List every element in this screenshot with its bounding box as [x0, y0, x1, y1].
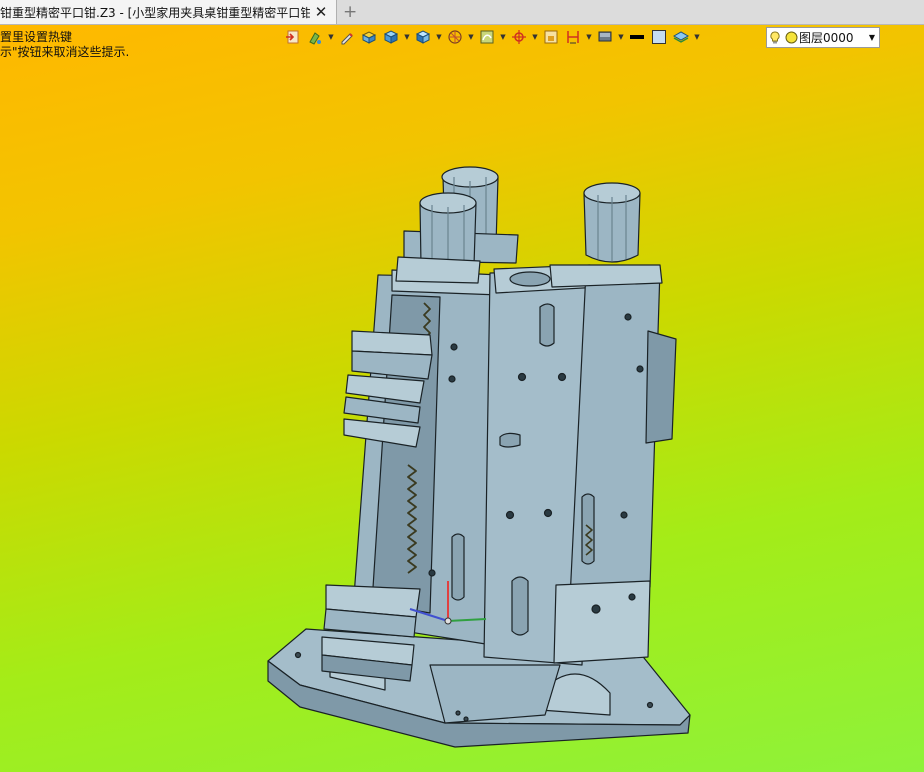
- base-front-pad: [429, 664, 561, 724]
- close-icon[interactable]: ✕: [310, 3, 332, 21]
- tab-bar: 钳重型精密平口钳.Z3 - [小型家用夹具桌钳重型精密平口钳] ✕ +: [0, 0, 924, 25]
- vise-3d-model[interactable]: [0, 25, 924, 772]
- right-side-block: [645, 330, 677, 444]
- right-lower-block: [553, 580, 651, 664]
- 3d-viewport[interactable]: 置里设置热键 示"按钮来取消这些提示. ▼ ▼ ▼ ▼ ▼ ▼ ▼ ▼ ▼ 图层…: [0, 25, 924, 772]
- knob-right: [583, 182, 641, 263]
- tab-title: 钳重型精密平口钳.Z3 - [小型家用夹具桌钳重型精密平口钳]: [0, 5, 310, 20]
- new-tab-icon[interactable]: +: [343, 2, 357, 22]
- document-tab[interactable]: 钳重型精密平口钳.Z3 - [小型家用夹具桌钳重型精密平口钳] ✕: [0, 0, 337, 24]
